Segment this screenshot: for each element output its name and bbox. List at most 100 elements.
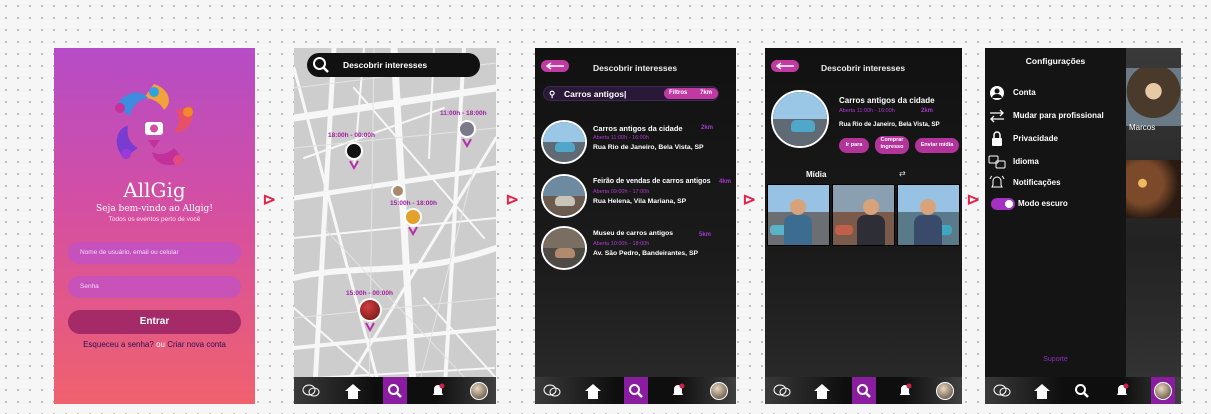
language-icon [988, 155, 1006, 169]
settings-item-dark-mode[interactable]: Modo escuro [988, 198, 1126, 214]
settings-item-language[interactable]: Idioma [988, 154, 1126, 170]
pin-marker-icon [462, 138, 472, 148]
support-link[interactable]: Suporte [985, 356, 1126, 363]
go-to-button[interactable]: Ir para [839, 138, 869, 153]
filters-label: Filtros [669, 90, 688, 96]
buy-ticket-label-1: Comprar [880, 137, 904, 143]
back-button[interactable] [541, 60, 569, 72]
search-icon[interactable] [851, 377, 876, 404]
result-item[interactable]: Museu de carros antigos 5km Aberta 10:00… [541, 226, 731, 271]
media-photo[interactable] [897, 184, 960, 246]
result-distance: 5km [699, 232, 712, 238]
home-icon[interactable] [582, 380, 604, 402]
home-icon[interactable] [811, 380, 833, 402]
bottom-nav [765, 377, 962, 404]
screen-title: Descobrir interesses [821, 63, 906, 73]
search-query[interactable]: Carros antigos| [564, 89, 626, 99]
chat-icon[interactable] [541, 380, 563, 402]
flow-arrow: ⊳ [966, 190, 981, 210]
result-hours: Aberta 09:00h - 17:00h [593, 189, 650, 195]
result-distance: 4km [719, 179, 732, 185]
event-pin[interactable] [404, 208, 422, 226]
chat-icon[interactable] [771, 380, 793, 402]
event-pin[interactable] [358, 298, 382, 322]
result-name: Museu de carros antigos [593, 230, 674, 237]
profile-avatar[interactable] [708, 380, 730, 402]
dark-mode-toggle[interactable] [991, 198, 1015, 210]
subtitle-text: Todos os eventos perto de você [108, 216, 201, 223]
profile-avatar[interactable] [934, 380, 956, 402]
profile-avatar[interactable] [468, 380, 490, 402]
buy-ticket-label-2: ingresso [880, 144, 904, 150]
pin-time-label: 18:00h - 00:00h [328, 132, 375, 139]
result-address: Rua Rio de Janeiro, Bela Vista, SP [593, 144, 704, 151]
settings-item-label: Notificações [1013, 178, 1061, 187]
background-photo [1126, 160, 1181, 218]
bell-icon[interactable] [894, 380, 916, 402]
settings-item-notifications[interactable]: Notificações [988, 175, 1126, 191]
create-account-link[interactable]: Criar nova conta [167, 340, 226, 349]
bottom-nav [985, 377, 1181, 404]
bell-icon[interactable] [667, 380, 689, 402]
pin-marker-icon [408, 226, 418, 236]
profile-avatar[interactable] [1151, 377, 1175, 404]
home-icon[interactable] [1031, 380, 1053, 402]
event-pin[interactable] [345, 142, 363, 160]
pin-time-label: 15:00h - 00:00h [346, 290, 393, 297]
result-item[interactable]: Feirão de vendas de carros antigos 4km A… [541, 174, 731, 219]
result-thumbnail [541, 226, 587, 270]
chat-icon[interactable] [991, 380, 1013, 402]
bell-icon[interactable] [1111, 380, 1133, 402]
swap-icon[interactable]: ⇄ [899, 169, 906, 178]
search-bar[interactable]: ⚲ Carros antigos| Filtros 7km [543, 86, 719, 101]
discover-title: Descobrir interesses [343, 60, 428, 70]
lock-icon [992, 131, 1002, 146]
settings-menu: Configurações Conta Mudar para profissio… [985, 48, 1126, 377]
flow-arrow: ⊳ [742, 190, 757, 210]
back-button[interactable] [771, 60, 799, 72]
home-icon[interactable] [342, 380, 364, 402]
filters-button[interactable]: Filtros 7km [664, 88, 718, 99]
settings-item-switch-professional[interactable]: Mudar para profissional [988, 108, 1126, 124]
flow-arrow: ⊳ [262, 190, 277, 210]
search-icon[interactable] [383, 377, 407, 404]
profile-name: Marcos [1129, 123, 1156, 132]
settings-item-privacy[interactable]: Privacidade [988, 131, 1126, 147]
pin-time-label: 15:00h - 18:00h [390, 200, 437, 207]
result-hours: Aberta 10:00h - 18:00h [593, 241, 650, 247]
bottom-nav [535, 377, 736, 404]
bell-icon[interactable] [427, 380, 449, 402]
user-location-avatar[interactable] [391, 184, 405, 198]
password-field[interactable]: Senha [68, 276, 241, 298]
login-screen: AllGig Seja bem-vindo ao Allgig! Todos o… [54, 48, 255, 404]
discover-search-bar[interactable]: Descobrir interesses [307, 53, 480, 77]
forgot-password-link[interactable]: Esqueceu a senha? [83, 340, 154, 349]
result-name: Carros antigos da cidade [593, 124, 683, 133]
username-field[interactable]: Nome de usuário, email ou celular [68, 242, 241, 264]
result-hours: Aberta 11:00h - 16:00h [593, 135, 649, 141]
search-icon[interactable] [623, 377, 648, 404]
city-map[interactable] [294, 48, 496, 404]
flow-arrow: ⊳ [505, 190, 520, 210]
result-address: Av. São Pedro, Bandeirantes, SP [593, 250, 699, 257]
chat-icon[interactable] [300, 380, 322, 402]
buy-ticket-button[interactable]: Comprar ingresso [875, 136, 909, 154]
settings-screen: Marcos Configurações Conta Mudar para pr… [985, 48, 1181, 404]
send-media-button[interactable]: Enviar mídia [915, 138, 959, 153]
pin-marker-icon [365, 322, 375, 332]
search-icon: ⚲ [549, 89, 556, 99]
radius-value: 7km [700, 90, 713, 96]
map-screen: Descobrir interesses 11:00h - 18:00h 18:… [294, 48, 496, 404]
enter-button[interactable]: Entrar [68, 310, 241, 334]
event-pin[interactable] [458, 120, 476, 138]
event-distance: 2km [921, 108, 934, 114]
settings-item-account[interactable]: Conta [988, 85, 1126, 101]
pin-time-label: 11:00h - 18:00h [440, 110, 487, 117]
search-icon[interactable] [1071, 380, 1093, 402]
switch-icon [990, 109, 1004, 123]
result-item[interactable]: Carros antigos da cidade 2km Aberta 11:0… [541, 120, 731, 165]
media-photo[interactable] [767, 184, 830, 246]
media-photo[interactable] [832, 184, 895, 246]
event-name: Carros antigos da cidade [839, 96, 935, 105]
back-arrow-icon [545, 62, 564, 70]
